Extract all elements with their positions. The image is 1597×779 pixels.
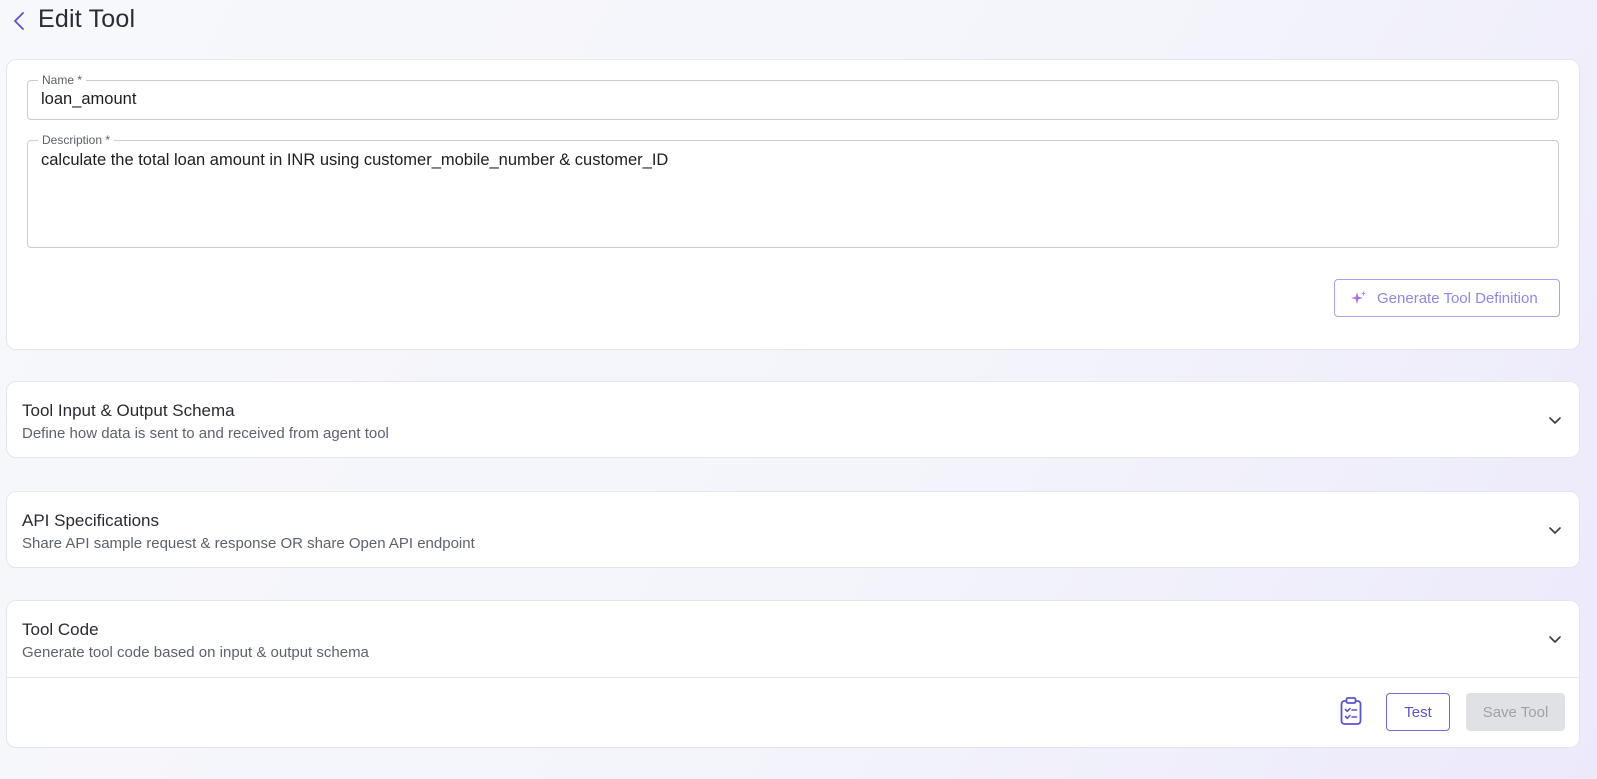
section-api-specifications[interactable]: API Specifications Share API sample requ… bbox=[6, 491, 1580, 568]
save-tool-button[interactable]: Save Tool bbox=[1466, 693, 1565, 731]
section-title: API Specifications bbox=[22, 511, 160, 530]
description-label: Description * bbox=[38, 133, 115, 147]
section-subtitle: Generate tool code based on input & outp… bbox=[22, 644, 369, 661]
description-field[interactable]: Description * calculate the total loan a… bbox=[27, 133, 1559, 248]
chevron-left-icon bbox=[14, 12, 24, 30]
description-value[interactable]: calculate the total loan amount in INR u… bbox=[41, 151, 668, 170]
chevron-down-icon[interactable] bbox=[1547, 631, 1563, 647]
section-tool-code[interactable]: Tool Code Generate tool code based on in… bbox=[6, 600, 1580, 678]
section-input-output-schema[interactable]: Tool Input & Output Schema Define how da… bbox=[6, 381, 1580, 458]
section-subtitle: Define how data is sent to and received … bbox=[22, 425, 389, 442]
tool-details-card: Name * loan_amount Description * calcula… bbox=[6, 59, 1580, 350]
page-title: Edit Tool bbox=[38, 5, 136, 33]
section-title: Tool Input & Output Schema bbox=[22, 401, 235, 420]
chevron-down-icon[interactable] bbox=[1547, 412, 1563, 428]
name-label: Name * bbox=[38, 73, 87, 87]
page-header: Edit Tool bbox=[0, 0, 1597, 42]
name-field[interactable]: Name * loan_amount bbox=[27, 73, 1559, 120]
generate-button-label: Generate Tool Definition bbox=[1377, 289, 1538, 307]
sparkle-icon bbox=[1351, 291, 1366, 304]
action-footer: Test Save Tool bbox=[6, 678, 1580, 748]
chevron-down-icon[interactable] bbox=[1547, 522, 1563, 538]
section-subtitle: Share API sample request & response OR s… bbox=[22, 535, 475, 552]
clipboard-check-icon[interactable] bbox=[1339, 696, 1363, 726]
back-button[interactable] bbox=[8, 9, 30, 33]
name-value[interactable]: loan_amount bbox=[41, 90, 136, 109]
test-button[interactable]: Test bbox=[1386, 693, 1450, 731]
section-title: Tool Code bbox=[22, 620, 99, 639]
generate-tool-definition-button[interactable]: Generate Tool Definition bbox=[1334, 279, 1560, 317]
